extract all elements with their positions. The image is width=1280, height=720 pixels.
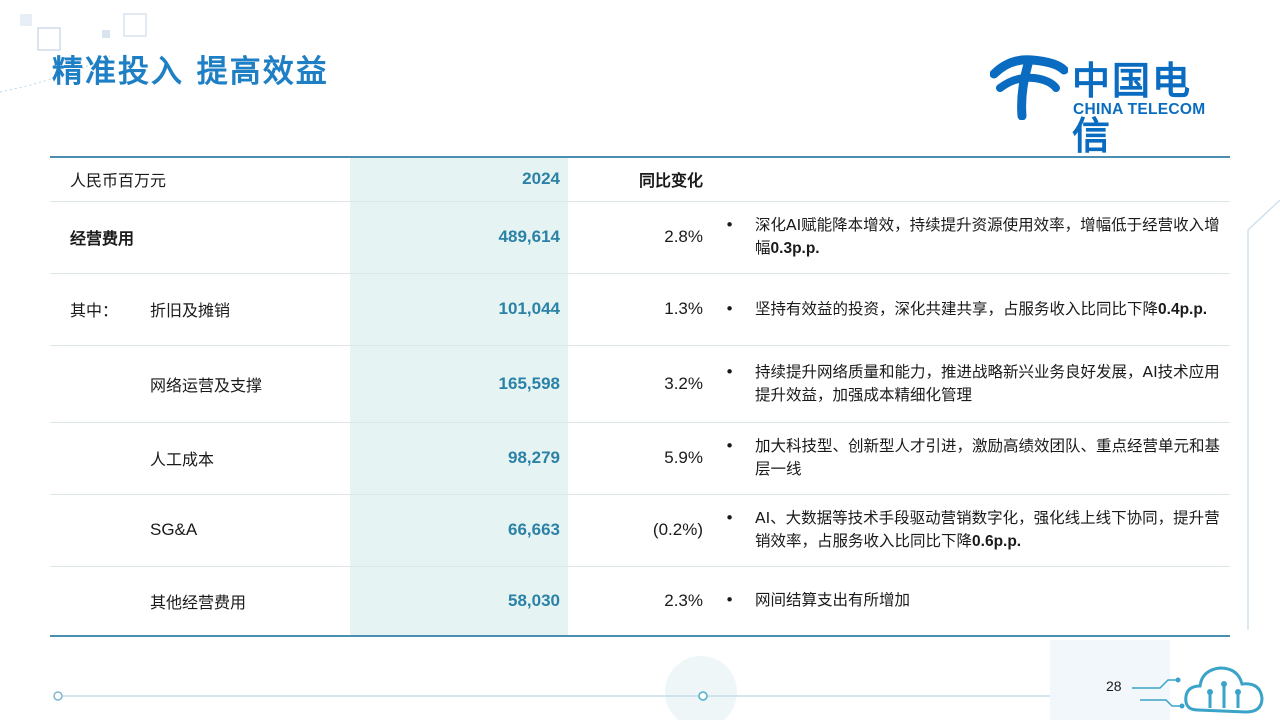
- table-row: 经营费用 489,614 2.8% • 深化AI赋能降本增效，持续提升资源使用效…: [50, 201, 1230, 274]
- table-row: SG&A 66,663 (0.2%) • AI、大数据等技术手段驱动营销数字化，…: [50, 494, 1230, 567]
- row-value: 165,598: [350, 345, 568, 423]
- row-label: SG&A: [150, 520, 198, 539]
- bullet-icon: •: [725, 362, 735, 381]
- year-header: 2024: [350, 157, 568, 202]
- row-value: 101,044: [350, 273, 568, 346]
- page-title: 精准投入 提高效益: [52, 54, 329, 90]
- table-header-row: 人民币百万元 2024 同比变化: [50, 157, 1230, 202]
- row-comment: • 网间结算支出有所增加: [725, 589, 1220, 612]
- logo-emblem-icon: [990, 55, 1068, 120]
- row-comment: • 坚持有效益的投资，深化共建共享，占服务收入比同比下降0.4p.p.: [725, 298, 1220, 321]
- cloud-network-icon: [1184, 666, 1264, 714]
- row-value: 98,279: [350, 422, 568, 495]
- logo-english-text: CHINA TELECOM: [1073, 101, 1206, 118]
- row-yoy: 5.9%: [568, 422, 711, 495]
- china-telecom-logo: 中国电信 CHINA TELECOM: [990, 50, 1230, 158]
- row-value: 66,663: [350, 494, 568, 567]
- row-comment: • 深化AI赋能降本增效，持续提升资源使用效率，增幅低于经营收入增幅0.3p.p…: [725, 216, 1220, 257]
- row-yoy: (0.2%): [568, 494, 711, 567]
- unit-header: 人民币百万元: [70, 171, 167, 191]
- row-yoy: 1.3%: [568, 273, 711, 346]
- row-label: 其他经营费用: [150, 592, 247, 612]
- bullet-icon: •: [725, 437, 735, 455]
- table-row: 人工成本 98,279 5.9% • 加大科技型、创新型人才引进，激励高绩效团队…: [50, 422, 1230, 495]
- row-comment: • AI、大数据等技术手段驱动营销数字化，强化线上线下协同，提升营销效率，占服务…: [725, 509, 1220, 550]
- table-row: 其他经营费用 58,030 2.3% • 网间结算支出有所增加: [50, 566, 1230, 636]
- table-row: 网络运营及支撑 165,598 3.2% • 持续提升网络质量和能力，推进战略新…: [50, 345, 1230, 423]
- bullet-icon: •: [725, 509, 735, 527]
- right-edge-decoration: [1247, 199, 1280, 630]
- row-value: 489,614: [350, 201, 568, 274]
- operating-expense-table: 人民币百万元 2024 同比变化 经营费用 489,614 2.8% • 深化A…: [50, 156, 1230, 637]
- row-label: 折旧及摊销: [150, 301, 231, 320]
- row-yoy: 2.8%: [568, 201, 711, 274]
- bullet-icon: •: [725, 591, 735, 610]
- bullet-icon: •: [725, 216, 735, 234]
- row-label: 人工成本: [150, 450, 215, 469]
- row-comment: • 加大科技型、创新型人才引进，激励高绩效团队、重点经营单元和基层一线: [725, 437, 1221, 478]
- row-yoy: 3.2%: [568, 345, 711, 423]
- row-value: 58,030: [350, 566, 568, 636]
- row-yoy: 2.3%: [664, 590, 703, 610]
- row-comment: • 持续提升网络质量和能力，推进战略新兴业务良好发展，AI技术应用提升效益，加强…: [725, 362, 1220, 404]
- footer-line-decoration: [53, 640, 1185, 720]
- bullet-icon: •: [725, 299, 735, 318]
- row-prefix: 其中：: [70, 301, 119, 320]
- yoy-header: 同比变化: [568, 157, 711, 202]
- table-row: 其中： 折旧及摊销 101,044 1.3% • 坚持有效益的投资，深化共建共享…: [50, 273, 1230, 346]
- row-label: 经营费用: [70, 229, 135, 248]
- page-number: 28: [1106, 678, 1122, 694]
- row-label: 网络运营及支撑: [150, 375, 263, 395]
